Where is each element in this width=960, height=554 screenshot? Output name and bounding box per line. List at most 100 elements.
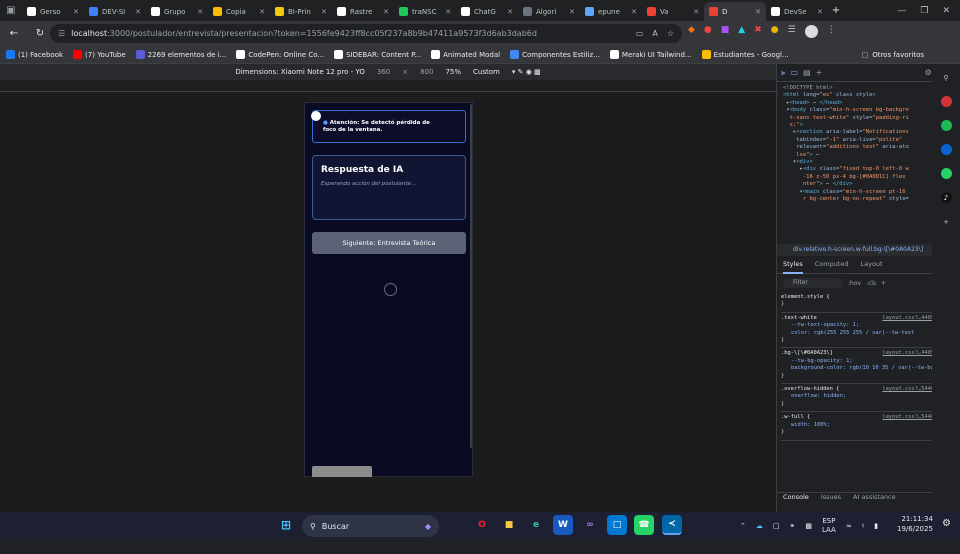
new-tab-button[interactable]: + xyxy=(828,3,844,19)
styles-filter-input[interactable]: Filter xyxy=(783,278,843,288)
close-tab-icon[interactable]: ✕ xyxy=(259,8,265,16)
css-property[interactable]: --tw-bg-opacity: 1; xyxy=(781,358,957,365)
bookmark-item[interactable]: CodePen: Online Co... xyxy=(236,50,324,59)
visual-studio-icon[interactable]: ∞ xyxy=(580,515,600,535)
browser-tab[interactable]: traNSC ✕ xyxy=(394,2,456,21)
tiktok-icon[interactable]: ♪ xyxy=(940,192,952,203)
back-icon[interactable]: ← xyxy=(6,26,22,42)
device-options-icon[interactable]: ▾ ✎ ◉ ▩ xyxy=(512,68,541,76)
extension-icon[interactable]: ◆ xyxy=(688,25,695,38)
opera-icon[interactable]: O xyxy=(472,515,492,535)
battery-icon[interactable]: ▮ xyxy=(874,522,878,530)
bookmark-item[interactable]: SIDEBAR: Content P... xyxy=(334,50,421,59)
taskbar-search[interactable]: ⚲ Buscar ◆ xyxy=(302,515,439,537)
tab-console[interactable]: Console xyxy=(783,493,809,506)
onedrive-icon[interactable]: ☁ xyxy=(756,522,763,530)
bookmark-item[interactable]: Meraki UI Tailwind... xyxy=(609,50,692,59)
css-property[interactable]: color: rgb(255 255 255 / var(--tw-text xyxy=(781,330,957,337)
device-toggle-icon[interactable]: ▭ xyxy=(791,68,799,77)
language-indicator[interactable]: ESP LAA xyxy=(822,517,836,535)
cls-toggle[interactable]: .cls xyxy=(866,280,876,287)
close-tab-icon[interactable]: ✕ xyxy=(197,8,203,16)
whatsapp-icon[interactable] xyxy=(940,168,952,179)
site-info-icon[interactable]: ☰ xyxy=(58,29,65,38)
browser-tab[interactable]: Copia ✕ xyxy=(208,2,270,21)
search-icon[interactable]: ⚲ xyxy=(941,72,952,83)
tab-actions-icon[interactable]: ▣ xyxy=(0,3,22,19)
hov-toggle[interactable]: :hov xyxy=(848,280,861,287)
microphone-icon[interactable]: ⚭ xyxy=(790,522,796,530)
throttle-select[interactable]: Custom xyxy=(473,68,500,76)
browser-tab[interactable]: epune ✕ xyxy=(580,2,642,21)
notifications-icon[interactable]: ⚙ xyxy=(942,518,951,529)
close-tab-icon[interactable]: ✕ xyxy=(383,8,389,16)
bookmark-item[interactable]: (1) Facebook xyxy=(6,50,63,59)
close-tab-icon[interactable]: ✕ xyxy=(817,8,823,16)
bookmark-item[interactable]: Estudiantes - Googl... xyxy=(701,50,789,59)
tab-ai-assistance[interactable]: AI assistance xyxy=(853,493,896,506)
bookmark-item[interactable]: Componentes Estiliz... xyxy=(510,50,600,59)
zoom-select[interactable]: 75% xyxy=(445,68,461,76)
add-rule-icon[interactable]: + xyxy=(881,280,886,287)
browser-tab[interactable]: DevSe ✕ xyxy=(766,2,828,21)
file-explorer-icon[interactable]: ■ xyxy=(499,515,519,535)
extension-icon[interactable]: ● xyxy=(771,25,779,38)
profile-avatar[interactable] xyxy=(804,25,818,38)
browser-tab[interactable]: Va ✕ xyxy=(642,2,704,21)
browser-tab[interactable]: Algori ✕ xyxy=(518,2,580,21)
css-property[interactable]: --tw-text-opacity: 1; xyxy=(781,322,957,329)
tab-issues[interactable]: Issues xyxy=(821,493,841,506)
browser-tab[interactable]: DEV-SI ✕ xyxy=(84,2,146,21)
wifi-icon[interactable]: ≈ xyxy=(846,522,852,530)
close-tab-icon[interactable]: ✕ xyxy=(755,8,761,16)
office-icon[interactable] xyxy=(940,96,952,107)
close-tab-icon[interactable]: ✕ xyxy=(321,8,327,16)
more-panels-icon[interactable]: + xyxy=(816,68,823,77)
outlook-icon[interactable] xyxy=(940,144,952,155)
css-rule[interactable]: .w-full {layout.css?…5440554:772 width: 1… xyxy=(781,412,957,441)
bookmark-star-icon[interactable]: ☆ xyxy=(667,29,674,38)
browser-tab[interactable]: BI-Prin ✕ xyxy=(270,2,332,21)
reload-icon[interactable]: ↻ xyxy=(32,26,48,42)
tray-app-icon[interactable]: ▩ xyxy=(805,522,812,530)
app-icon[interactable]: □ xyxy=(607,515,627,535)
css-rule[interactable]: .text-white layout.css?…440554:1646 --tw-t… xyxy=(781,313,957,349)
device-select[interactable]: Dimensions: Xiaomi Note 12 pro - YO xyxy=(235,68,365,76)
browser-tab[interactable]: Gerso ✕ xyxy=(22,2,84,21)
word-icon[interactable]: W xyxy=(553,515,573,535)
read-aloud-icon[interactable]: A xyxy=(652,29,657,38)
device-height[interactable]: 800 xyxy=(420,68,433,76)
bookmark-item[interactable]: (7) YouTube xyxy=(73,50,126,59)
css-property[interactable]: width: 100%; xyxy=(781,422,957,429)
speaker-icon[interactable]: ♮ xyxy=(862,522,865,530)
browser-tab[interactable]: Grupo ✕ xyxy=(146,2,208,21)
settings-icon[interactable]: ⚙ xyxy=(925,68,932,77)
vscode-icon[interactable]: ≺ xyxy=(662,515,682,535)
install-app-icon[interactable]: ▭ xyxy=(636,29,644,38)
css-rule[interactable]: .overflow-hidden {layout.css?…5440554:98… xyxy=(781,384,957,413)
browser-tab[interactable]: Rastre ✕ xyxy=(332,2,394,21)
puzzle-icon[interactable]: ☰ xyxy=(788,25,796,38)
start-button[interactable]: ⊞ xyxy=(276,515,296,535)
close-window-icon[interactable]: ✕ xyxy=(942,6,950,16)
tab-styles[interactable]: Styles xyxy=(783,260,803,274)
extension-icon[interactable]: ✖ xyxy=(754,25,762,38)
address-bar[interactable]: ☰ localhost:3000/postulador/entrevista/p… xyxy=(50,24,682,43)
extension-icon[interactable]: ● xyxy=(704,25,712,38)
page-scrollbar[interactable] xyxy=(470,104,472,448)
tab-computed[interactable]: Computed xyxy=(815,260,849,273)
close-tab-icon[interactable]: ✕ xyxy=(73,8,79,16)
browser-tab[interactable]: D ✕ xyxy=(704,2,766,21)
whatsapp-icon[interactable]: ☎ xyxy=(634,515,654,535)
close-tab-icon[interactable]: ✕ xyxy=(135,8,141,16)
edge-icon[interactable]: e xyxy=(526,515,546,535)
browser-tab[interactable]: ChatG ✕ xyxy=(456,2,518,21)
panel-icon[interactable]: ▤ xyxy=(803,68,811,77)
close-tab-icon[interactable]: ✕ xyxy=(631,8,637,16)
spotify-icon[interactable] xyxy=(940,120,952,131)
extension-icon[interactable]: ▲ xyxy=(738,25,745,38)
app-tray-icon[interactable]: □ xyxy=(773,522,780,530)
element-style-rule[interactable]: element.style { xyxy=(781,294,957,301)
bookmark-item[interactable]: Animated Modal xyxy=(431,50,500,59)
close-tab-icon[interactable]: ✕ xyxy=(445,8,451,16)
